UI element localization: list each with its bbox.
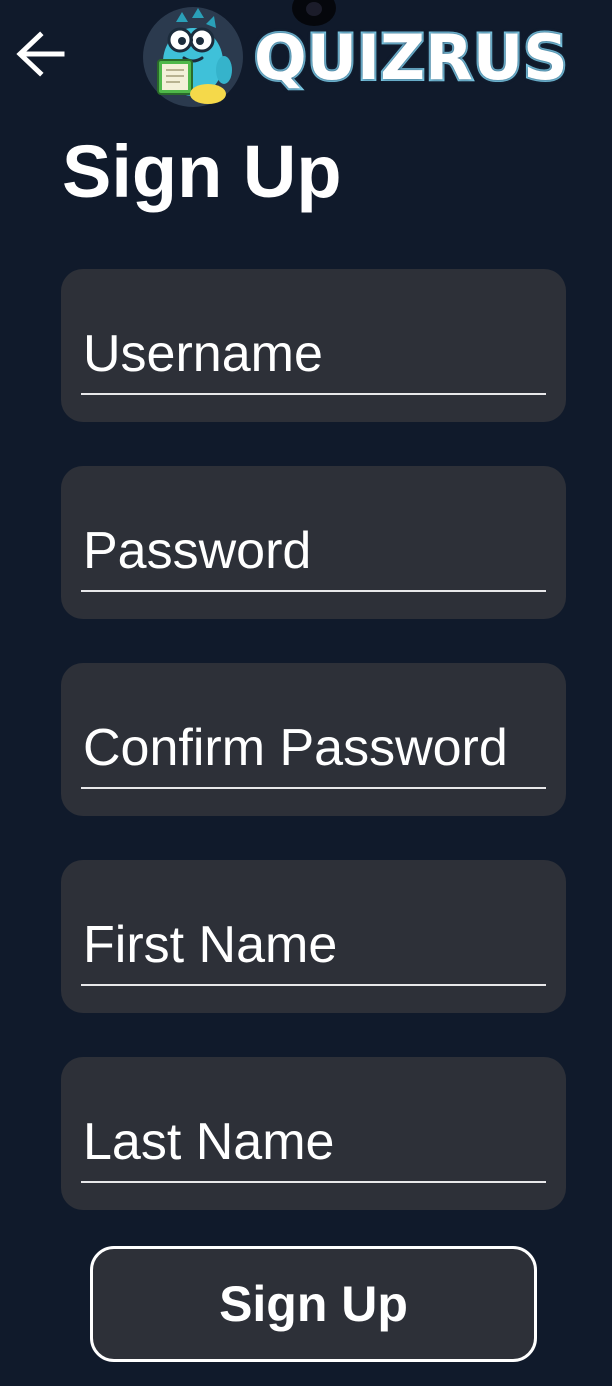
- confirm-password-field-container: [61, 663, 566, 816]
- first-name-input[interactable]: [81, 906, 546, 986]
- app-logo: QUIZRUS: [138, 0, 570, 110]
- sign-up-button[interactable]: Sign Up: [90, 1246, 537, 1362]
- username-field-container: [61, 269, 566, 422]
- dinosaur-mascot-icon: [143, 7, 243, 107]
- logo-text: QUIZRUS: [252, 21, 570, 94]
- last-name-field-container: [61, 1057, 566, 1210]
- password-input[interactable]: [81, 512, 546, 592]
- page-title: Sign Up: [62, 130, 342, 213]
- confirm-password-input[interactable]: [81, 709, 546, 789]
- back-button[interactable]: [12, 26, 68, 82]
- first-name-field-container: [61, 860, 566, 1013]
- last-name-input[interactable]: [81, 1103, 546, 1183]
- username-input[interactable]: [81, 315, 546, 395]
- password-field-container: [61, 466, 566, 619]
- arrow-left-icon: [16, 31, 65, 77]
